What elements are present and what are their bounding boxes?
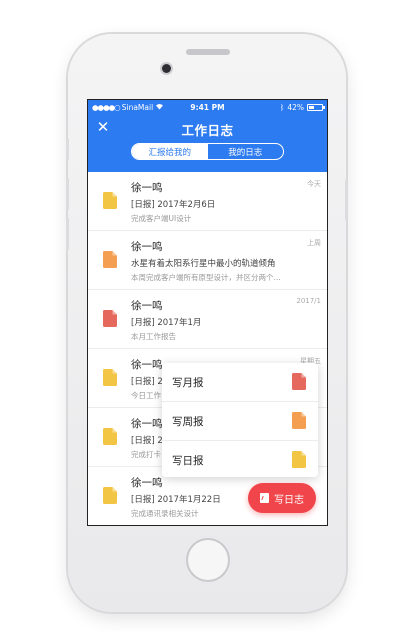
report-title: [日报] 2017年1月22日 — [131, 495, 221, 505]
file-icon — [292, 451, 306, 468]
phone-side-button — [66, 138, 69, 160]
home-button[interactable] — [186, 538, 230, 582]
edit-icon — [260, 493, 269, 503]
file-icon — [103, 251, 117, 268]
report-author: 徐一鸣 — [131, 477, 163, 489]
report-title: [月报] 2017年1月 — [131, 318, 202, 328]
report-author: 徐一鸣 — [131, 418, 163, 430]
write-log-button[interactable]: 写日志 — [248, 483, 316, 513]
menu-item[interactable]: 写日报 — [162, 441, 318, 479]
report-desc: 今日工作 — [131, 391, 161, 400]
report-desc: 完成通讯录相关设计 — [131, 509, 199, 518]
list-item[interactable]: 徐一鸣 [日报] 2017年2月6日 完成客户端UI设计 今天 — [88, 172, 327, 231]
phone-camera — [162, 64, 171, 73]
phone-speaker — [186, 49, 230, 55]
list-item[interactable]: 徐一鸣水星有着太阳系行星中最小的轨道倾角 本周完成客户端所有原型设计，并区分两个.… — [88, 231, 327, 290]
report-desc: 本周完成客户端所有原型设计，并区分两个... — [131, 273, 281, 282]
menu-item-label: 写日报 — [172, 455, 204, 467]
report-author: 徐一鸣 — [131, 241, 163, 253]
bluetooth-icon: ᛒ — [279, 103, 285, 112]
app-screen: ●●●●○ SinaMail 9:41 PM ᛒ 42% ✕ 工作日志 汇报给我… — [88, 100, 327, 525]
report-author: 徐一鸣 — [131, 300, 163, 312]
phone-side-button — [66, 218, 69, 250]
report-date: 今天 — [307, 180, 321, 188]
report-author: 徐一鸣 — [131, 182, 163, 194]
report-desc: 完成客户端UI设计 — [131, 214, 192, 223]
menu-item[interactable]: 写月报 — [162, 363, 318, 402]
file-icon — [292, 373, 306, 390]
report-title: [日报] 2017年2月6日 — [131, 200, 216, 210]
report-title: [日报] 2 — [131, 436, 163, 446]
file-icon — [103, 487, 117, 504]
file-icon — [103, 310, 117, 327]
file-icon — [103, 369, 117, 386]
page-title: 工作日志 — [181, 123, 234, 138]
write-report-menu: 写月报 写周报 写日报 — [162, 363, 318, 477]
status-bar: ●●●●○ SinaMail 9:41 PM ᛒ 42% — [88, 100, 327, 115]
report-date: 2017/1 — [296, 297, 321, 305]
nav-bar: ✕ 工作日志 汇报给我的 我的日志 — [88, 115, 327, 172]
battery-percent: 42% — [287, 103, 304, 112]
report-date: 上周 — [307, 239, 321, 247]
menu-item-label: 写周报 — [172, 416, 204, 428]
battery-icon — [307, 104, 325, 111]
phone-power-button — [345, 180, 348, 220]
report-title: [日报] 2 — [131, 377, 163, 387]
list-item[interactable]: 徐一鸣 [月报] 2017年1月 本月工作报告 2017/1 — [88, 290, 327, 349]
status-right-group: ᛒ 42% — [279, 103, 325, 112]
report-desc: 本月工作报告 — [131, 332, 176, 341]
file-icon — [103, 192, 117, 209]
menu-item[interactable]: 写周报 — [162, 402, 318, 441]
tab-my-logs[interactable]: 我的日志 — [208, 144, 284, 159]
report-desc: 完成打卡 — [131, 450, 161, 459]
segmented-control: 汇报给我的 我的日志 — [131, 143, 284, 160]
menu-item-label: 写月报 — [172, 377, 204, 389]
report-title: 水星有着太阳系行星中最小的轨道倾角 — [131, 259, 276, 269]
tab-reported-to-me[interactable]: 汇报给我的 — [132, 144, 208, 159]
write-log-label: 写日志 — [274, 494, 304, 506]
report-author: 徐一鸣 — [131, 359, 163, 371]
file-icon — [103, 428, 117, 445]
phone-side-button — [66, 178, 69, 210]
file-icon — [292, 412, 306, 429]
